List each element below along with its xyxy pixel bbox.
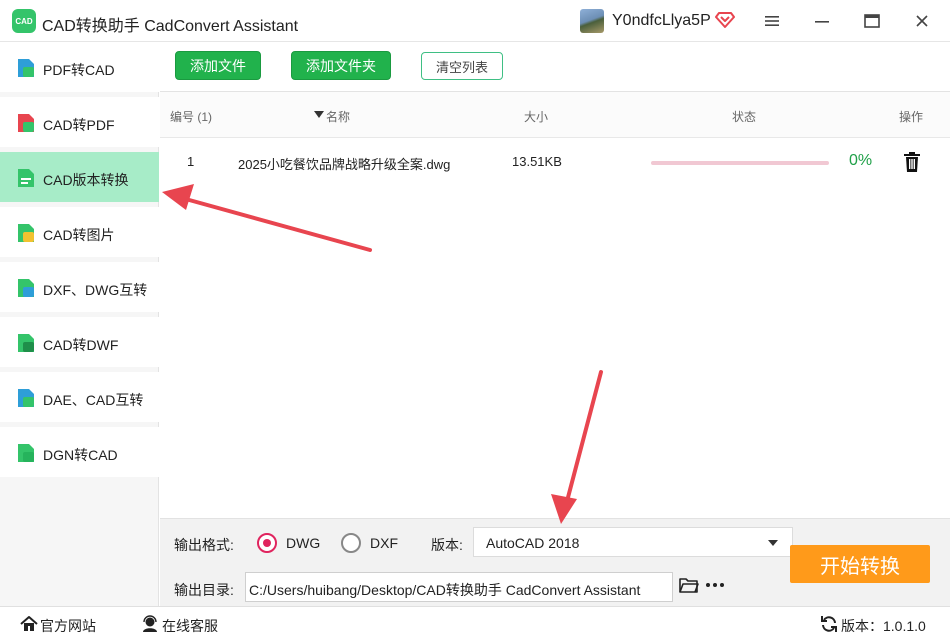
radio-dxf-label[interactable]: DXF (370, 535, 398, 551)
table-row[interactable]: 1 2025小吃餐饮品牌战略升级全案.dwg 13.51KB 0% (160, 138, 950, 186)
sidebar-item-cad-to-pdf[interactable]: CAD转PDF (0, 97, 159, 147)
minimize-icon (815, 21, 829, 23)
version-select[interactable]: AutoCAD 2018 (473, 527, 793, 557)
customer-service-icon[interactable] (141, 615, 159, 633)
website-link[interactable]: 官方网站 (40, 616, 96, 636)
sidebar-item-label: DGN转CAD (43, 447, 118, 463)
start-convert-button[interactable]: 开始转换 (790, 545, 930, 583)
output-dir-value: C:/Users/huibang/Desktop/CAD转换助手 CadConv… (249, 582, 641, 598)
dgn-to-cad-icon (18, 444, 34, 462)
cad-version-icon (18, 169, 34, 187)
maximize-button[interactable] (858, 8, 886, 34)
app-logo: CAD (12, 9, 36, 33)
sidebar-item-label: DXF、DWG互转 (43, 282, 148, 298)
header-name[interactable]: 名称 (326, 108, 350, 125)
output-settings: 输出格式: DWG DXF 版本: AutoCAD 2018 输出目录: C:/… (160, 518, 950, 606)
cad-to-dwf-icon (18, 334, 34, 352)
support-link[interactable]: 在线客服 (162, 616, 218, 636)
vip-diamond-icon[interactable] (715, 9, 735, 29)
close-button[interactable] (908, 8, 936, 34)
file-table: 编号 (1) 名称 大小 状态 操作 1 2025小吃餐饮品牌战略升级全案.dw… (160, 92, 950, 518)
row-size: 13.51KB (512, 154, 562, 169)
header-index[interactable]: 编号 (1) (170, 108, 212, 125)
row-index: 1 (187, 154, 195, 169)
sidebar: PDF转CAD CAD转PDF CAD版本转换 CAD转图片 DXF、DWG互转… (0, 42, 159, 606)
radio-dwg[interactable] (257, 533, 277, 553)
dxf-dwg-icon (18, 279, 34, 297)
refresh-icon[interactable] (820, 615, 838, 633)
version-label: 版本: (431, 537, 463, 553)
sidebar-item-cad-version[interactable]: CAD版本转换 (0, 152, 159, 202)
sidebar-item-label: CAD转图片 (43, 227, 115, 243)
more-icon[interactable] (705, 577, 725, 593)
cad-to-pdf-icon (18, 114, 34, 132)
sidebar-item-label: CAD版本转换 (43, 172, 129, 188)
folder-open-icon[interactable] (679, 576, 699, 594)
sidebar-item-pdf-to-cad[interactable]: PDF转CAD (0, 42, 159, 92)
toolbar: 添加文件 添加文件夹 清空列表 (160, 42, 950, 92)
format-label: 输出格式: (174, 537, 234, 553)
sidebar-item-dxf-dwg[interactable]: DXF、DWG互转 (0, 262, 159, 312)
hamburger-icon (765, 16, 779, 26)
cad-to-image-icon (18, 224, 34, 242)
sidebar-item-dgn-to-cad[interactable]: DGN转CAD (0, 427, 159, 477)
row-filename: 2025小吃餐饮品牌战略升级全案.dwg (238, 157, 451, 172)
pdf-to-cad-icon (18, 59, 34, 77)
minimize-button[interactable] (808, 8, 836, 34)
status-bar: 官方网站 在线客服 版本：1.0.1.0 (0, 606, 950, 640)
clear-list-button[interactable]: 清空列表 (421, 52, 503, 80)
sort-desc-icon[interactable] (314, 111, 324, 119)
version-value: AutoCAD 2018 (486, 535, 580, 551)
sidebar-item-label: CAD转PDF (43, 117, 115, 133)
sidebar-item-cad-to-image[interactable]: CAD转图片 (0, 207, 159, 257)
sidebar-item-dae-cad[interactable]: DAE、CAD互转 (0, 372, 159, 422)
output-dir-label: 输出目录: (174, 582, 234, 598)
add-file-button[interactable]: 添加文件 (175, 51, 261, 80)
radio-dwg-label[interactable]: DWG (286, 535, 320, 551)
progress-bar (651, 161, 829, 165)
header-status: 状态 (732, 110, 757, 124)
app-window: CAD CAD转换助手 CadConvert Assistant Y0ndfcL… (0, 0, 950, 640)
title-bar: CAD CAD转换助手 CadConvert Assistant Y0ndfcL… (0, 0, 950, 42)
output-dir-field[interactable]: C:/Users/huibang/Desktop/CAD转换助手 CadConv… (245, 572, 673, 602)
close-icon (916, 15, 928, 27)
dae-cad-icon (18, 389, 34, 407)
username[interactable]: Y0ndfcLlya5P (612, 12, 711, 30)
menu-button[interactable] (758, 8, 786, 34)
radio-dxf[interactable] (341, 533, 361, 553)
sidebar-item-label: PDF转CAD (43, 62, 115, 78)
home-icon[interactable] (20, 615, 38, 633)
progress-percent: 0% (849, 152, 873, 169)
table-header: 编号 (1) 名称 大小 状态 操作 (160, 92, 950, 138)
header-size[interactable]: 大小 (524, 108, 548, 125)
sidebar-item-cad-to-dwf[interactable]: CAD转DWF (0, 317, 159, 367)
sidebar-item-label: CAD转DWF (43, 337, 119, 353)
maximize-icon (864, 14, 880, 28)
version-text: 版本：1.0.1.0 (841, 618, 926, 634)
trash-icon[interactable] (903, 152, 921, 172)
app-title: CAD转换助手 CadConvert Assistant (42, 18, 299, 35)
avatar[interactable] (580, 9, 604, 33)
chevron-down-icon (768, 540, 778, 546)
sidebar-item-label: DAE、CAD互转 (43, 392, 144, 408)
add-folder-button[interactable]: 添加文件夹 (291, 51, 391, 80)
header-action: 操作 (899, 110, 924, 124)
